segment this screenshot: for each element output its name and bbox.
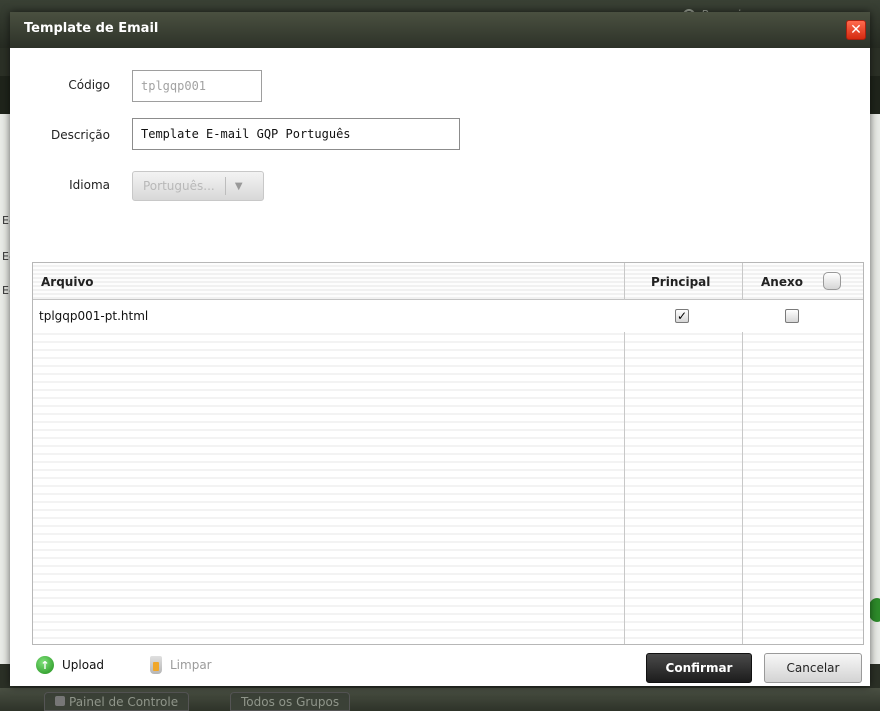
cancel-label: Cancelar (786, 661, 840, 675)
code-label: Código (68, 78, 110, 92)
clear-label: Limpar (170, 658, 212, 672)
anexo-checkbox[interactable] (785, 309, 799, 323)
upload-icon: ↑ (36, 656, 54, 674)
tab-painel-de-controle[interactable]: Painel de Controle (44, 692, 190, 711)
check-icon: ✓ (676, 309, 688, 323)
cancel-button[interactable]: Cancelar (764, 653, 862, 683)
file-name-cell: tplgqp001-pt.html (39, 309, 149, 323)
description-field[interactable]: Template E-mail GQP Português (132, 118, 460, 150)
attachments-grid: Arquivo Principal Anexo tplgqp001-pt.htm… (32, 262, 864, 645)
close-button[interactable]: ✕ (846, 20, 866, 40)
email-template-dialog: Template de Email ✕ Código tplgqp001 Des… (10, 12, 870, 686)
principal-checkbox[interactable]: ✓ (675, 309, 689, 323)
column-header-anexo[interactable]: Anexo (761, 275, 803, 289)
language-select: Português... ▼ (132, 171, 264, 201)
language-value: Português... (133, 177, 226, 195)
tab-label: Todos os Grupos (241, 695, 340, 709)
grid-header: Arquivo Principal Anexo (33, 263, 863, 300)
language-label: Idioma (69, 178, 110, 192)
close-icon: ✕ (850, 22, 862, 38)
clear-button[interactable]: Limpar (150, 656, 212, 674)
select-all-anexo-checkbox[interactable] (823, 272, 841, 290)
code-field: tplgqp001 (132, 70, 262, 102)
dialog-title: Template de Email (24, 21, 159, 36)
tab-icon (55, 696, 65, 706)
table-row[interactable]: tplgqp001-pt.html ✓ (33, 300, 863, 332)
column-header-principal[interactable]: Principal (651, 275, 710, 289)
trash-icon (150, 656, 162, 674)
confirm-label: Confirmar (665, 661, 733, 675)
tab-label: Painel de Controle (69, 695, 179, 709)
upload-button[interactable]: ↑ Upload (36, 656, 104, 674)
confirm-button[interactable]: Confirmar (646, 653, 752, 683)
dialog-header: Template de Email ✕ (10, 12, 870, 48)
chevron-down-icon: ▼ (234, 180, 243, 192)
description-label: Descrição (50, 128, 110, 142)
upload-label: Upload (62, 658, 105, 672)
tab-todos-os-grupos[interactable]: Todos os Grupos (230, 692, 351, 711)
column-header-arquivo[interactable]: Arquivo (41, 275, 94, 289)
